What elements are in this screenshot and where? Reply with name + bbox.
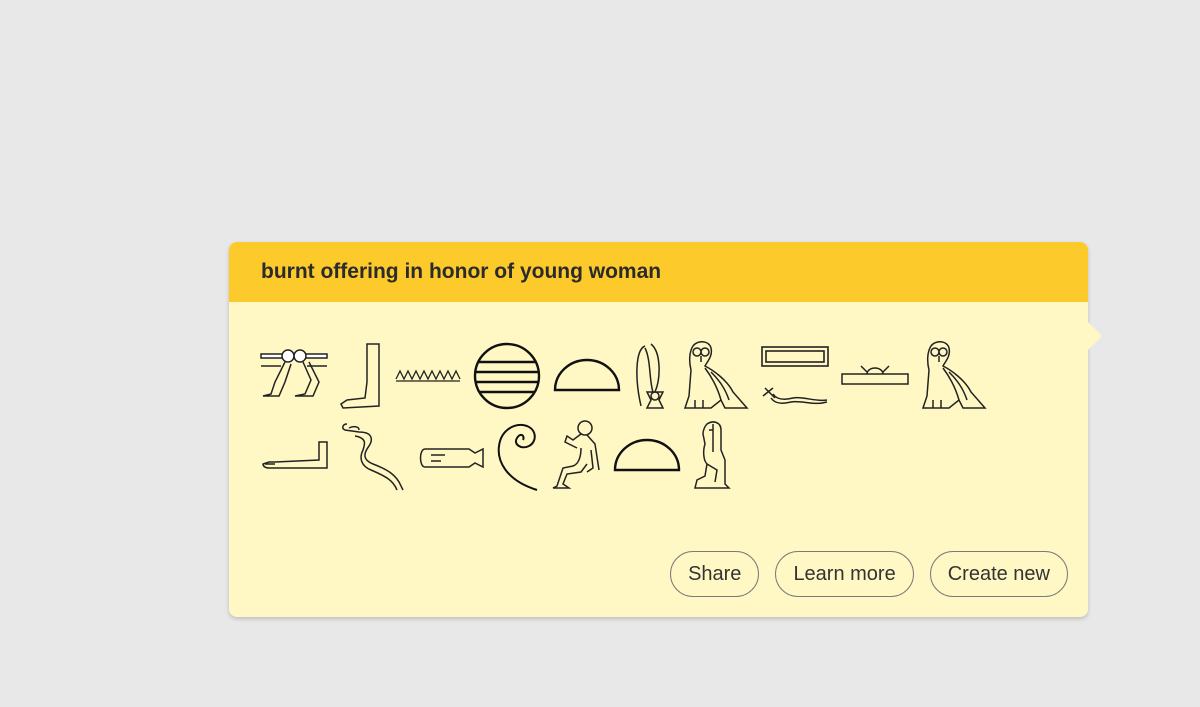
action-bar: Share Learn more Create new bbox=[670, 551, 1068, 597]
owl-glyph bbox=[919, 340, 987, 410]
vase-glyph bbox=[417, 447, 485, 469]
seated-man-hand-to-mouth-glyph bbox=[551, 420, 603, 492]
hieroglyph-card: burnt offering in honor of young woman S… bbox=[229, 242, 1102, 617]
pool-with-legs-glyph bbox=[260, 342, 329, 400]
arm-glyph bbox=[261, 440, 329, 470]
owl-glyph bbox=[681, 340, 749, 410]
bread-loaf-glyph bbox=[553, 358, 621, 394]
door-bolt-glyph bbox=[761, 346, 829, 368]
bread-loaf-glyph bbox=[613, 438, 681, 474]
seated-woman-glyph bbox=[691, 420, 731, 492]
learn-more-button[interactable]: Learn more bbox=[775, 551, 914, 597]
water-ripple-glyph bbox=[394, 367, 462, 383]
card-header: burnt offering in honor of young woman bbox=[229, 242, 1088, 302]
share-button[interactable]: Share bbox=[670, 551, 760, 597]
flax-wick-glyph bbox=[631, 340, 671, 412]
leg-glyph bbox=[339, 342, 383, 410]
card-pointer bbox=[1088, 322, 1102, 350]
glyph-area bbox=[229, 302, 1088, 542]
horned-viper-glyph bbox=[761, 384, 829, 408]
create-new-button[interactable]: Create new bbox=[929, 551, 1068, 597]
cobra-glyph bbox=[339, 420, 407, 492]
placenta-disk-glyph bbox=[473, 342, 541, 410]
sunrise-glyph bbox=[841, 365, 909, 386]
card-title: burnt offering in honor of young woman bbox=[261, 260, 662, 283]
coil-glyph bbox=[495, 420, 539, 492]
